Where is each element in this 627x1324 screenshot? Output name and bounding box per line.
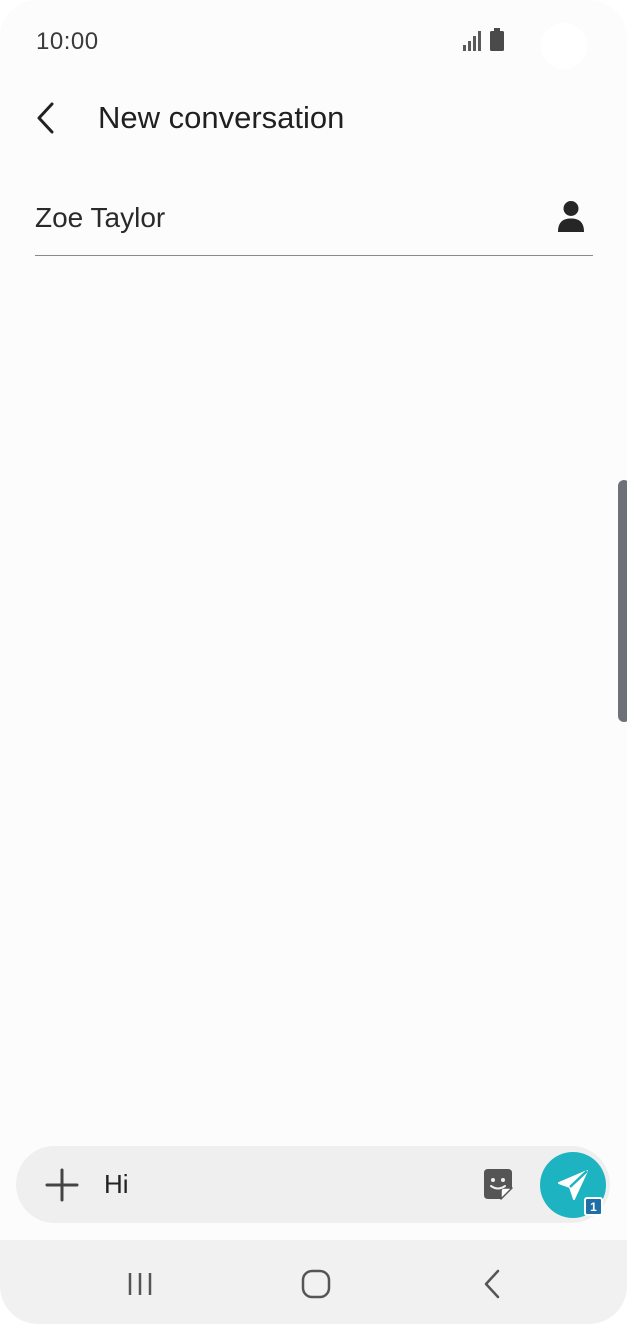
back-button[interactable] bbox=[24, 96, 68, 140]
battery-icon bbox=[490, 28, 504, 51]
status-bar: 10:00 bbox=[0, 0, 627, 84]
message-composer bbox=[16, 1146, 610, 1223]
screen: 10:00 New conversation Zoe Taylor Hi 1 bbox=[0, 0, 627, 1324]
status-time: 10:00 bbox=[36, 28, 99, 55]
side-scroll-handle[interactable] bbox=[618, 480, 627, 722]
attach-button[interactable] bbox=[42, 1165, 82, 1205]
recipient-name[interactable]: Zoe Taylor bbox=[35, 202, 165, 234]
recipient-field[interactable]: Zoe Taylor bbox=[35, 190, 593, 256]
sticker-icon[interactable] bbox=[480, 1166, 516, 1202]
recents-icon[interactable] bbox=[126, 1271, 156, 1297]
back-arrow-icon bbox=[37, 102, 54, 134]
sim-badge: 1 bbox=[584, 1197, 603, 1216]
navigation-bar bbox=[0, 1240, 627, 1324]
message-input[interactable] bbox=[104, 1162, 464, 1206]
page-title: New conversation bbox=[98, 100, 345, 135]
person-icon[interactable] bbox=[557, 200, 585, 234]
nav-back-icon[interactable] bbox=[480, 1268, 504, 1300]
camera-cutout bbox=[541, 23, 587, 69]
signal-icon bbox=[463, 31, 481, 51]
plus-icon bbox=[45, 1168, 79, 1202]
home-icon[interactable] bbox=[300, 1268, 332, 1300]
